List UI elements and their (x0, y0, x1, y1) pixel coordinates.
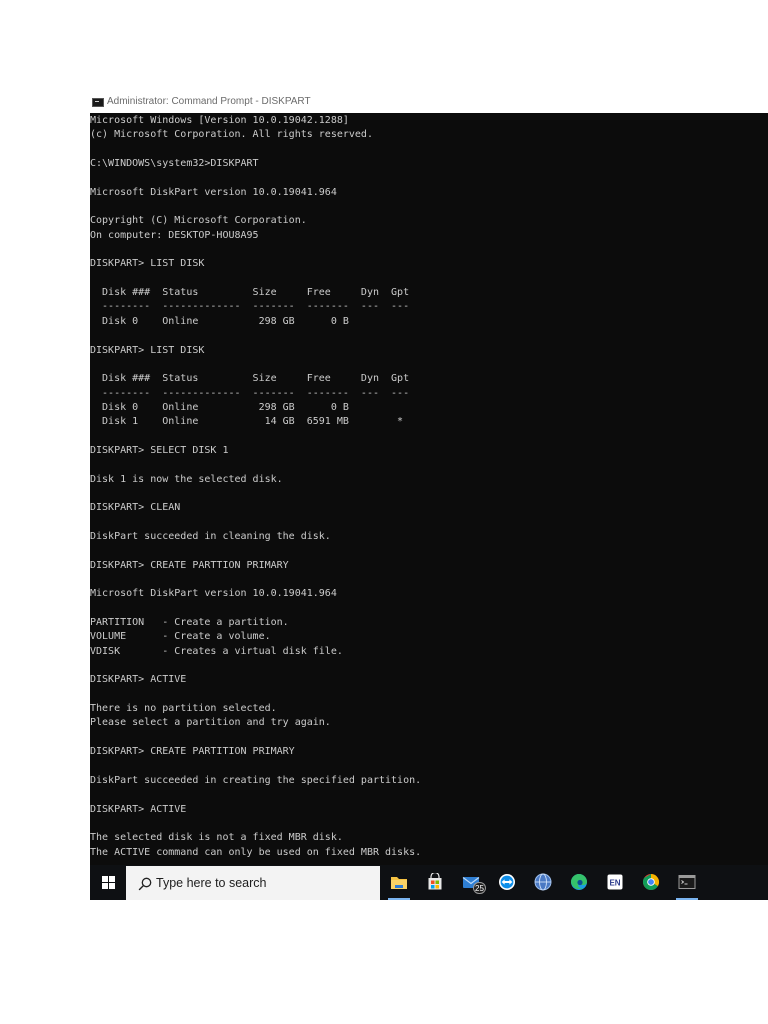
console-line: DISKPART> ACTIVE (90, 674, 187, 686)
console-line: DISKPART> ACTIVE (90, 803, 187, 815)
taskbar-search-box[interactable]: Type here to search (126, 866, 380, 900)
taskbar-language-en[interactable]: EN (597, 865, 633, 900)
console-line: Disk 1 is now the selected disk. (90, 473, 283, 485)
teamviewer-icon (499, 874, 515, 890)
console-line: VOLUME - Create a volume. (90, 631, 271, 643)
console-line: Disk 0 Online 298 GB 0 B (90, 315, 349, 327)
taskbar-teamviewer[interactable] (489, 865, 525, 900)
console-line: The ACTIVE command can only be used on f… (90, 846, 422, 858)
console-line: C:\WINDOWS\system32>DISKPART (90, 158, 259, 170)
taskbar-globe-app[interactable] (525, 865, 561, 900)
store-bag-icon (428, 873, 442, 890)
search-placeholder: Type here to search (156, 876, 267, 890)
command-prompt-window: Administrator: Command Prompt - DISKPART… (90, 94, 768, 900)
console-line: DISKPART> LIST DISK (90, 258, 205, 270)
console-line: -------- ------------- ------- ------- -… (90, 387, 410, 399)
console-line: DISKPART> CLEAN (90, 502, 181, 514)
edge-icon (571, 874, 587, 890)
console-line: PARTITION - Create a partition. (90, 617, 289, 629)
console-line: On computer: DESKTOP-HOU8A95 (90, 229, 259, 241)
command-prompt-icon (92, 98, 104, 107)
start-button[interactable] (90, 865, 126, 900)
console-line: DISKPART> CREATE PARTITION PRIMARY (90, 746, 295, 758)
console-output[interactable]: Microsoft Windows [Version 10.0.19042.12… (90, 113, 768, 865)
chrome-icon (642, 874, 660, 891)
windows-logo-icon (102, 876, 115, 889)
command-prompt-icon (678, 875, 696, 889)
console-line: VDISK - Creates a virtual disk file. (90, 645, 343, 657)
window-titlebar[interactable]: Administrator: Command Prompt - DISKPART (90, 94, 768, 113)
search-icon (138, 877, 152, 891)
console-line: DISKPART> SELECT DISK 1 (90, 444, 229, 456)
language-en-icon: EN (607, 874, 623, 890)
console-line: DiskPart succeeded in creating the speci… (90, 774, 422, 786)
taskbar-file-explorer[interactable] (381, 865, 417, 900)
console-line: Microsoft DiskPart version 10.0.19041.96… (90, 186, 337, 198)
console-line: Disk ### Status Size Free Dyn Gpt (90, 373, 410, 385)
taskbar-google-chrome[interactable] (633, 865, 669, 900)
console-line: DiskPart succeeded in cleaning the disk. (90, 530, 331, 542)
console-line: Disk ### Status Size Free Dyn Gpt (90, 287, 410, 299)
console-line: DISKPART> LIST DISK (90, 344, 205, 356)
taskbar: Type here to search 25 EN (90, 865, 768, 900)
taskbar-microsoft-store[interactable] (417, 865, 453, 900)
console-text: Microsoft Windows [Version 10.0.19042.12… (90, 114, 421, 860)
console-line: Microsoft DiskPart version 10.0.19041.96… (90, 588, 337, 600)
language-en-label: EN (609, 879, 620, 888)
taskbar-microsoft-edge[interactable] (561, 865, 597, 900)
taskbar-mail[interactable]: 25 (453, 865, 489, 900)
file-explorer-icon (391, 877, 407, 889)
console-line: DISKPART> CREATE PARTTION PRIMARY (90, 559, 289, 571)
console-line: Copyright (C) Microsoft Corporation. (90, 215, 307, 227)
window-title: Administrator: Command Prompt - DISKPART (107, 96, 311, 107)
console-line: Disk 1 Online 14 GB 6591 MB * (90, 416, 404, 428)
mail-notification-badge: 25 (473, 882, 486, 894)
console-line: Microsoft Windows [Version 10.0.19042.12… (90, 115, 349, 126)
console-line: -------- ------------- ------- ------- -… (90, 301, 410, 313)
console-line: Please select a partition and try again. (90, 717, 331, 729)
taskbar-command-prompt[interactable] (669, 865, 705, 900)
console-line: Disk 0 Online 298 GB 0 B (90, 401, 349, 413)
globe-icon (534, 873, 552, 891)
console-line: There is no partition selected. (90, 703, 277, 715)
console-line: (c) Microsoft Corporation. All rights re… (90, 129, 373, 141)
console-line: The selected disk is not a fixed MBR dis… (90, 832, 343, 844)
